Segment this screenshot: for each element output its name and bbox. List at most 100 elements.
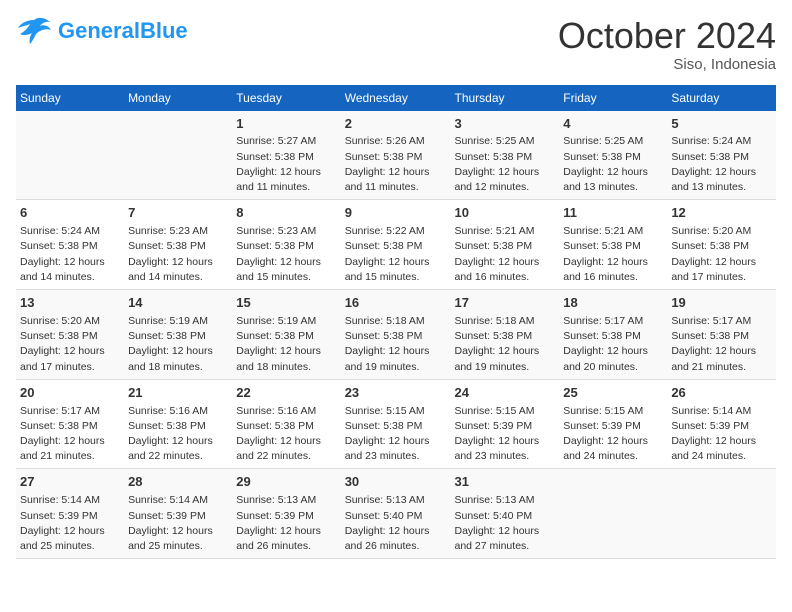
day-number: 15 bbox=[236, 294, 336, 313]
cell-info-line: and 19 minutes. bbox=[454, 360, 555, 375]
cell-info-line: and 15 minutes. bbox=[236, 270, 336, 285]
cell-info-line: and 21 minutes. bbox=[671, 360, 772, 375]
calendar-cell: 9Sunrise: 5:22 AMSunset: 5:38 PMDaylight… bbox=[341, 200, 451, 290]
cell-info-line: Daylight: 12 hours bbox=[20, 524, 120, 539]
cell-info-line: Sunrise: 5:14 AM bbox=[20, 493, 120, 508]
header-day: Monday bbox=[124, 85, 232, 111]
calendar-cell: 26Sunrise: 5:14 AMSunset: 5:39 PMDayligh… bbox=[667, 379, 776, 469]
cell-info-line: Sunrise: 5:13 AM bbox=[236, 493, 336, 508]
cell-info-line: Sunset: 5:38 PM bbox=[20, 239, 120, 254]
day-number: 2 bbox=[345, 115, 447, 134]
location: Siso, Indonesia bbox=[558, 56, 776, 73]
logo: GeneralBlue bbox=[16, 16, 188, 46]
cell-info-line: Sunrise: 5:21 AM bbox=[563, 224, 663, 239]
calendar-table: SundayMondayTuesdayWednesdayThursdayFrid… bbox=[16, 85, 776, 560]
day-number: 9 bbox=[345, 204, 447, 223]
day-number: 13 bbox=[20, 294, 120, 313]
calendar-week-row: 20Sunrise: 5:17 AMSunset: 5:38 PMDayligh… bbox=[16, 379, 776, 469]
header-day: Sunday bbox=[16, 85, 124, 111]
cell-info-line: Sunrise: 5:14 AM bbox=[128, 493, 228, 508]
cell-info-line: and 24 minutes. bbox=[563, 449, 663, 464]
cell-info-line: Sunrise: 5:16 AM bbox=[128, 404, 228, 419]
cell-info-line: and 26 minutes. bbox=[345, 539, 447, 554]
cell-info-line: Sunset: 5:38 PM bbox=[128, 419, 228, 434]
cell-info-line: Sunset: 5:39 PM bbox=[128, 509, 228, 524]
cell-info-line: Daylight: 12 hours bbox=[454, 344, 555, 359]
cell-info-line: and 27 minutes. bbox=[454, 539, 555, 554]
cell-info-line: Sunrise: 5:15 AM bbox=[563, 404, 663, 419]
cell-info-line: Daylight: 12 hours bbox=[345, 344, 447, 359]
cell-info-line: and 18 minutes. bbox=[128, 360, 228, 375]
logo-bird-icon bbox=[16, 16, 52, 46]
day-number: 16 bbox=[345, 294, 447, 313]
cell-info-line: Sunset: 5:40 PM bbox=[345, 509, 447, 524]
cell-info-line: Sunset: 5:38 PM bbox=[236, 239, 336, 254]
day-number: 7 bbox=[128, 204, 228, 223]
cell-info-line: Sunrise: 5:15 AM bbox=[345, 404, 447, 419]
cell-info-line: Sunset: 5:39 PM bbox=[671, 419, 772, 434]
calendar-cell: 23Sunrise: 5:15 AMSunset: 5:38 PMDayligh… bbox=[341, 379, 451, 469]
cell-info-line: Daylight: 12 hours bbox=[563, 434, 663, 449]
cell-info-line: Sunrise: 5:18 AM bbox=[454, 314, 555, 329]
cell-info-line: Daylight: 12 hours bbox=[345, 434, 447, 449]
cell-info-line: and 23 minutes. bbox=[345, 449, 447, 464]
day-number: 17 bbox=[454, 294, 555, 313]
cell-info-line: Sunset: 5:38 PM bbox=[563, 150, 663, 165]
calendar-cell: 24Sunrise: 5:15 AMSunset: 5:39 PMDayligh… bbox=[450, 379, 559, 469]
cell-info-line: Daylight: 12 hours bbox=[454, 255, 555, 270]
cell-info-line: Sunrise: 5:24 AM bbox=[20, 224, 120, 239]
cell-info-line: Daylight: 12 hours bbox=[236, 344, 336, 359]
day-number: 24 bbox=[454, 384, 555, 403]
cell-info-line: Sunset: 5:39 PM bbox=[454, 419, 555, 434]
day-number: 3 bbox=[454, 115, 555, 134]
cell-info-line: Sunset: 5:38 PM bbox=[345, 329, 447, 344]
cell-info-line: Daylight: 12 hours bbox=[454, 434, 555, 449]
cell-info-line: and 20 minutes. bbox=[563, 360, 663, 375]
cell-info-line: Sunset: 5:38 PM bbox=[345, 239, 447, 254]
cell-info-line: Daylight: 12 hours bbox=[671, 434, 772, 449]
cell-info-line: and 21 minutes. bbox=[20, 449, 120, 464]
cell-info-line: and 22 minutes. bbox=[128, 449, 228, 464]
cell-info-line: and 23 minutes. bbox=[454, 449, 555, 464]
cell-info-line: Sunset: 5:39 PM bbox=[20, 509, 120, 524]
cell-info-line: Sunrise: 5:22 AM bbox=[345, 224, 447, 239]
calendar-cell: 3Sunrise: 5:25 AMSunset: 5:38 PMDaylight… bbox=[450, 111, 559, 200]
day-number: 30 bbox=[345, 473, 447, 492]
day-number: 25 bbox=[563, 384, 663, 403]
cell-info-line: Sunrise: 5:15 AM bbox=[454, 404, 555, 419]
cell-info-line: Sunset: 5:40 PM bbox=[454, 509, 555, 524]
day-number: 31 bbox=[454, 473, 555, 492]
cell-info-line: Sunset: 5:38 PM bbox=[563, 329, 663, 344]
cell-info-line: and 22 minutes. bbox=[236, 449, 336, 464]
day-number: 6 bbox=[20, 204, 120, 223]
calendar-cell: 31Sunrise: 5:13 AMSunset: 5:40 PMDayligh… bbox=[450, 469, 559, 559]
day-number: 28 bbox=[128, 473, 228, 492]
cell-info-line: Sunset: 5:38 PM bbox=[563, 239, 663, 254]
cell-info-line: Sunset: 5:38 PM bbox=[236, 150, 336, 165]
cell-info-line: Sunset: 5:38 PM bbox=[454, 150, 555, 165]
header-day: Tuesday bbox=[232, 85, 340, 111]
cell-info-line: Sunrise: 5:13 AM bbox=[454, 493, 555, 508]
cell-info-line: and 15 minutes. bbox=[345, 270, 447, 285]
cell-info-line: Sunrise: 5:17 AM bbox=[20, 404, 120, 419]
cell-info-line: Daylight: 12 hours bbox=[454, 524, 555, 539]
cell-info-line: Daylight: 12 hours bbox=[345, 255, 447, 270]
cell-info-line: Sunset: 5:38 PM bbox=[671, 150, 772, 165]
cell-info-line: Sunrise: 5:18 AM bbox=[345, 314, 447, 329]
header-day: Saturday bbox=[667, 85, 776, 111]
cell-info-line: Sunset: 5:38 PM bbox=[128, 329, 228, 344]
day-number: 14 bbox=[128, 294, 228, 313]
calendar-cell: 18Sunrise: 5:17 AMSunset: 5:38 PMDayligh… bbox=[559, 290, 667, 380]
cell-info-line: Daylight: 12 hours bbox=[345, 524, 447, 539]
calendar-cell: 22Sunrise: 5:16 AMSunset: 5:38 PMDayligh… bbox=[232, 379, 340, 469]
cell-info-line: and 16 minutes. bbox=[563, 270, 663, 285]
cell-info-line: Sunrise: 5:14 AM bbox=[671, 404, 772, 419]
day-number: 18 bbox=[563, 294, 663, 313]
calendar-cell: 28Sunrise: 5:14 AMSunset: 5:39 PMDayligh… bbox=[124, 469, 232, 559]
cell-info-line: and 14 minutes. bbox=[128, 270, 228, 285]
day-number: 19 bbox=[671, 294, 772, 313]
cell-info-line: Sunset: 5:38 PM bbox=[236, 419, 336, 434]
cell-info-line: Daylight: 12 hours bbox=[454, 165, 555, 180]
calendar-cell: 7Sunrise: 5:23 AMSunset: 5:38 PMDaylight… bbox=[124, 200, 232, 290]
calendar-cell: 30Sunrise: 5:13 AMSunset: 5:40 PMDayligh… bbox=[341, 469, 451, 559]
